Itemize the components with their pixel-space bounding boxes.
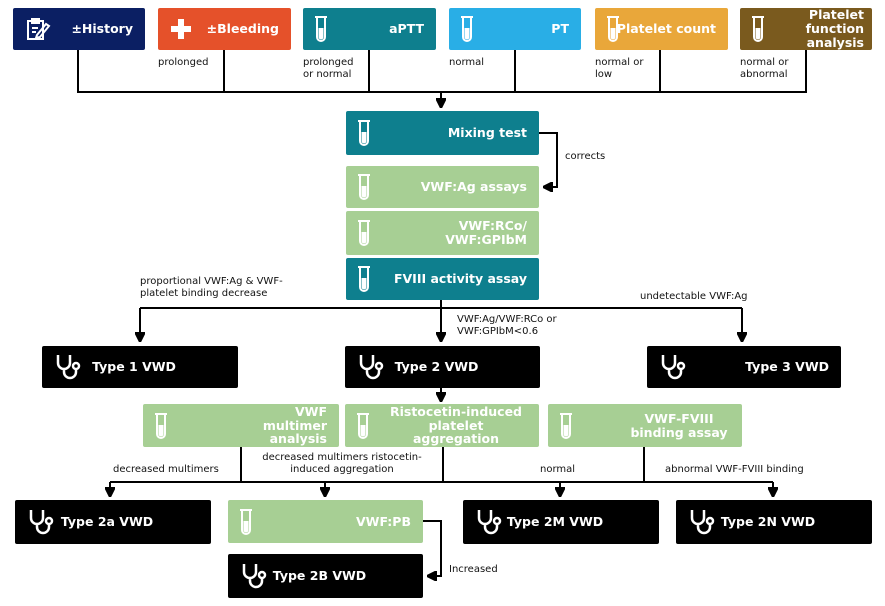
aptt-box: aPTT [303,8,436,50]
test-tube-icon [155,412,167,439]
type1-box: Type 1 VWD [42,346,238,388]
test-tube-icon [358,266,370,292]
multimer-box: VWF multimer analysis [143,404,339,447]
bleeding-box: ±Bleeding [158,8,291,50]
vwd-diagnosis-flowchart: ±History ±Bleeding aPTT PT Platelet coun… [0,0,885,606]
stethoscope-icon [242,564,267,589]
bleeding-result: prolonged [158,57,209,68]
test-tube-icon [461,16,473,42]
stethoscope-icon [359,355,384,380]
test-tube-icon [357,412,369,439]
type1-label: Type 1 VWD [92,359,176,375]
increased-label: Increased [449,564,498,575]
vwf-pb-box: VWF:PB [228,500,423,543]
test-tube-icon [752,16,764,42]
aptt-label: aPTT [389,21,424,37]
type2a-label: Type 2a VWD [60,514,154,530]
stethoscope-icon [29,510,54,535]
test-tube-icon [240,508,252,535]
type2b-label: Type 2B VWD [272,568,367,584]
bleeding-label: ±Bleeding [206,21,279,37]
ripa-label: Ristocetin-induced platelet aggregation [389,403,522,447]
pt-result: normal [449,57,485,68]
stethoscope-icon [661,355,686,380]
vwf-pb-label: VWF:PB [355,513,411,529]
history-label: ±History [71,21,133,37]
type1-criteria: proportional VWF:Ag & VWF-platelet bindi… [140,276,283,299]
mixing-test-label: Mixing test [447,125,527,141]
fviii-box: FVIII activity assay [346,258,539,300]
type2b-box: Type 2B VWD [228,554,423,598]
stethoscope-icon [690,510,715,535]
test-tube-icon [358,220,370,246]
test-tube-icon [358,120,370,146]
normal-label: normal [540,464,576,475]
vwf-ag-label: VWF:Ag assays [420,179,527,195]
pt-label: PT [551,21,569,37]
clipboard-icon [27,18,51,40]
mixing-test-box: Mixing test [346,111,539,155]
platelet-count-label: Platelet count [616,21,716,37]
platelet-function-box: Platelet function analysis [740,8,872,50]
ripa-box: Ristocetin-induced platelet aggregation [345,404,539,447]
vwf-rco-box: VWF:RCo/ VWF:GPIbM [346,211,539,255]
test-tube-icon [358,174,370,200]
abnormal-binding-label: abnormal VWF-FVIII binding [665,464,804,475]
platelet-count-result: normal or low [595,57,644,80]
fviii-label: FVIII activity assay [393,271,527,287]
pt-box: PT [449,8,581,50]
stethoscope-icon [56,355,81,380]
decreased-ripa-label: decreased multimers ristocetin-induced a… [262,452,422,475]
platelet-function-label: Platelet function analysis [805,7,864,50]
type2a-box: Type 2a VWD [15,500,211,544]
platelet-count-box: Platelet count [595,8,728,50]
type3-label: Type 3 VWD [745,359,829,375]
vwf-ag-box: VWF:Ag assays [346,166,539,208]
type2-box: Type 2 VWD [345,346,540,388]
test-tube-icon [607,16,619,42]
type2-criteria: VWF:Ag/VWF:RCo or VWF:GPIbM<0.6 [457,314,557,337]
stethoscope-icon [477,510,502,535]
type2m-box: Type 2M VWD [463,500,659,544]
type2-label: Type 2 VWD [394,359,479,375]
decreased-multimers-label: decreased multimers [113,464,219,475]
history-box: ±History [13,8,145,50]
type3-criteria: undetectable VWF:Ag [640,291,748,302]
test-tube-icon [315,16,327,42]
type3-box: Type 3 VWD [647,346,841,388]
test-tube-icon [560,412,572,439]
type2n-label: Type 2N VWD [720,514,816,530]
fviii-binding-box: VWF-FVIII binding assay [548,404,742,447]
type2n-box: Type 2N VWD [676,500,872,544]
plus-icon [171,19,191,39]
platelet-function-result: normal or abnormal [740,57,789,80]
type2m-label: Type 2M VWD [506,514,604,530]
fviii-binding-label: VWF-FVIII binding assay [630,410,728,440]
multimer-label: VWF multimer analysis [262,403,327,447]
corrects-label: corrects [565,151,606,162]
aptt-result: prolonged or normal [303,57,354,80]
vwf-rco-label: VWF:RCo/ VWF:GPIbM [445,218,527,247]
